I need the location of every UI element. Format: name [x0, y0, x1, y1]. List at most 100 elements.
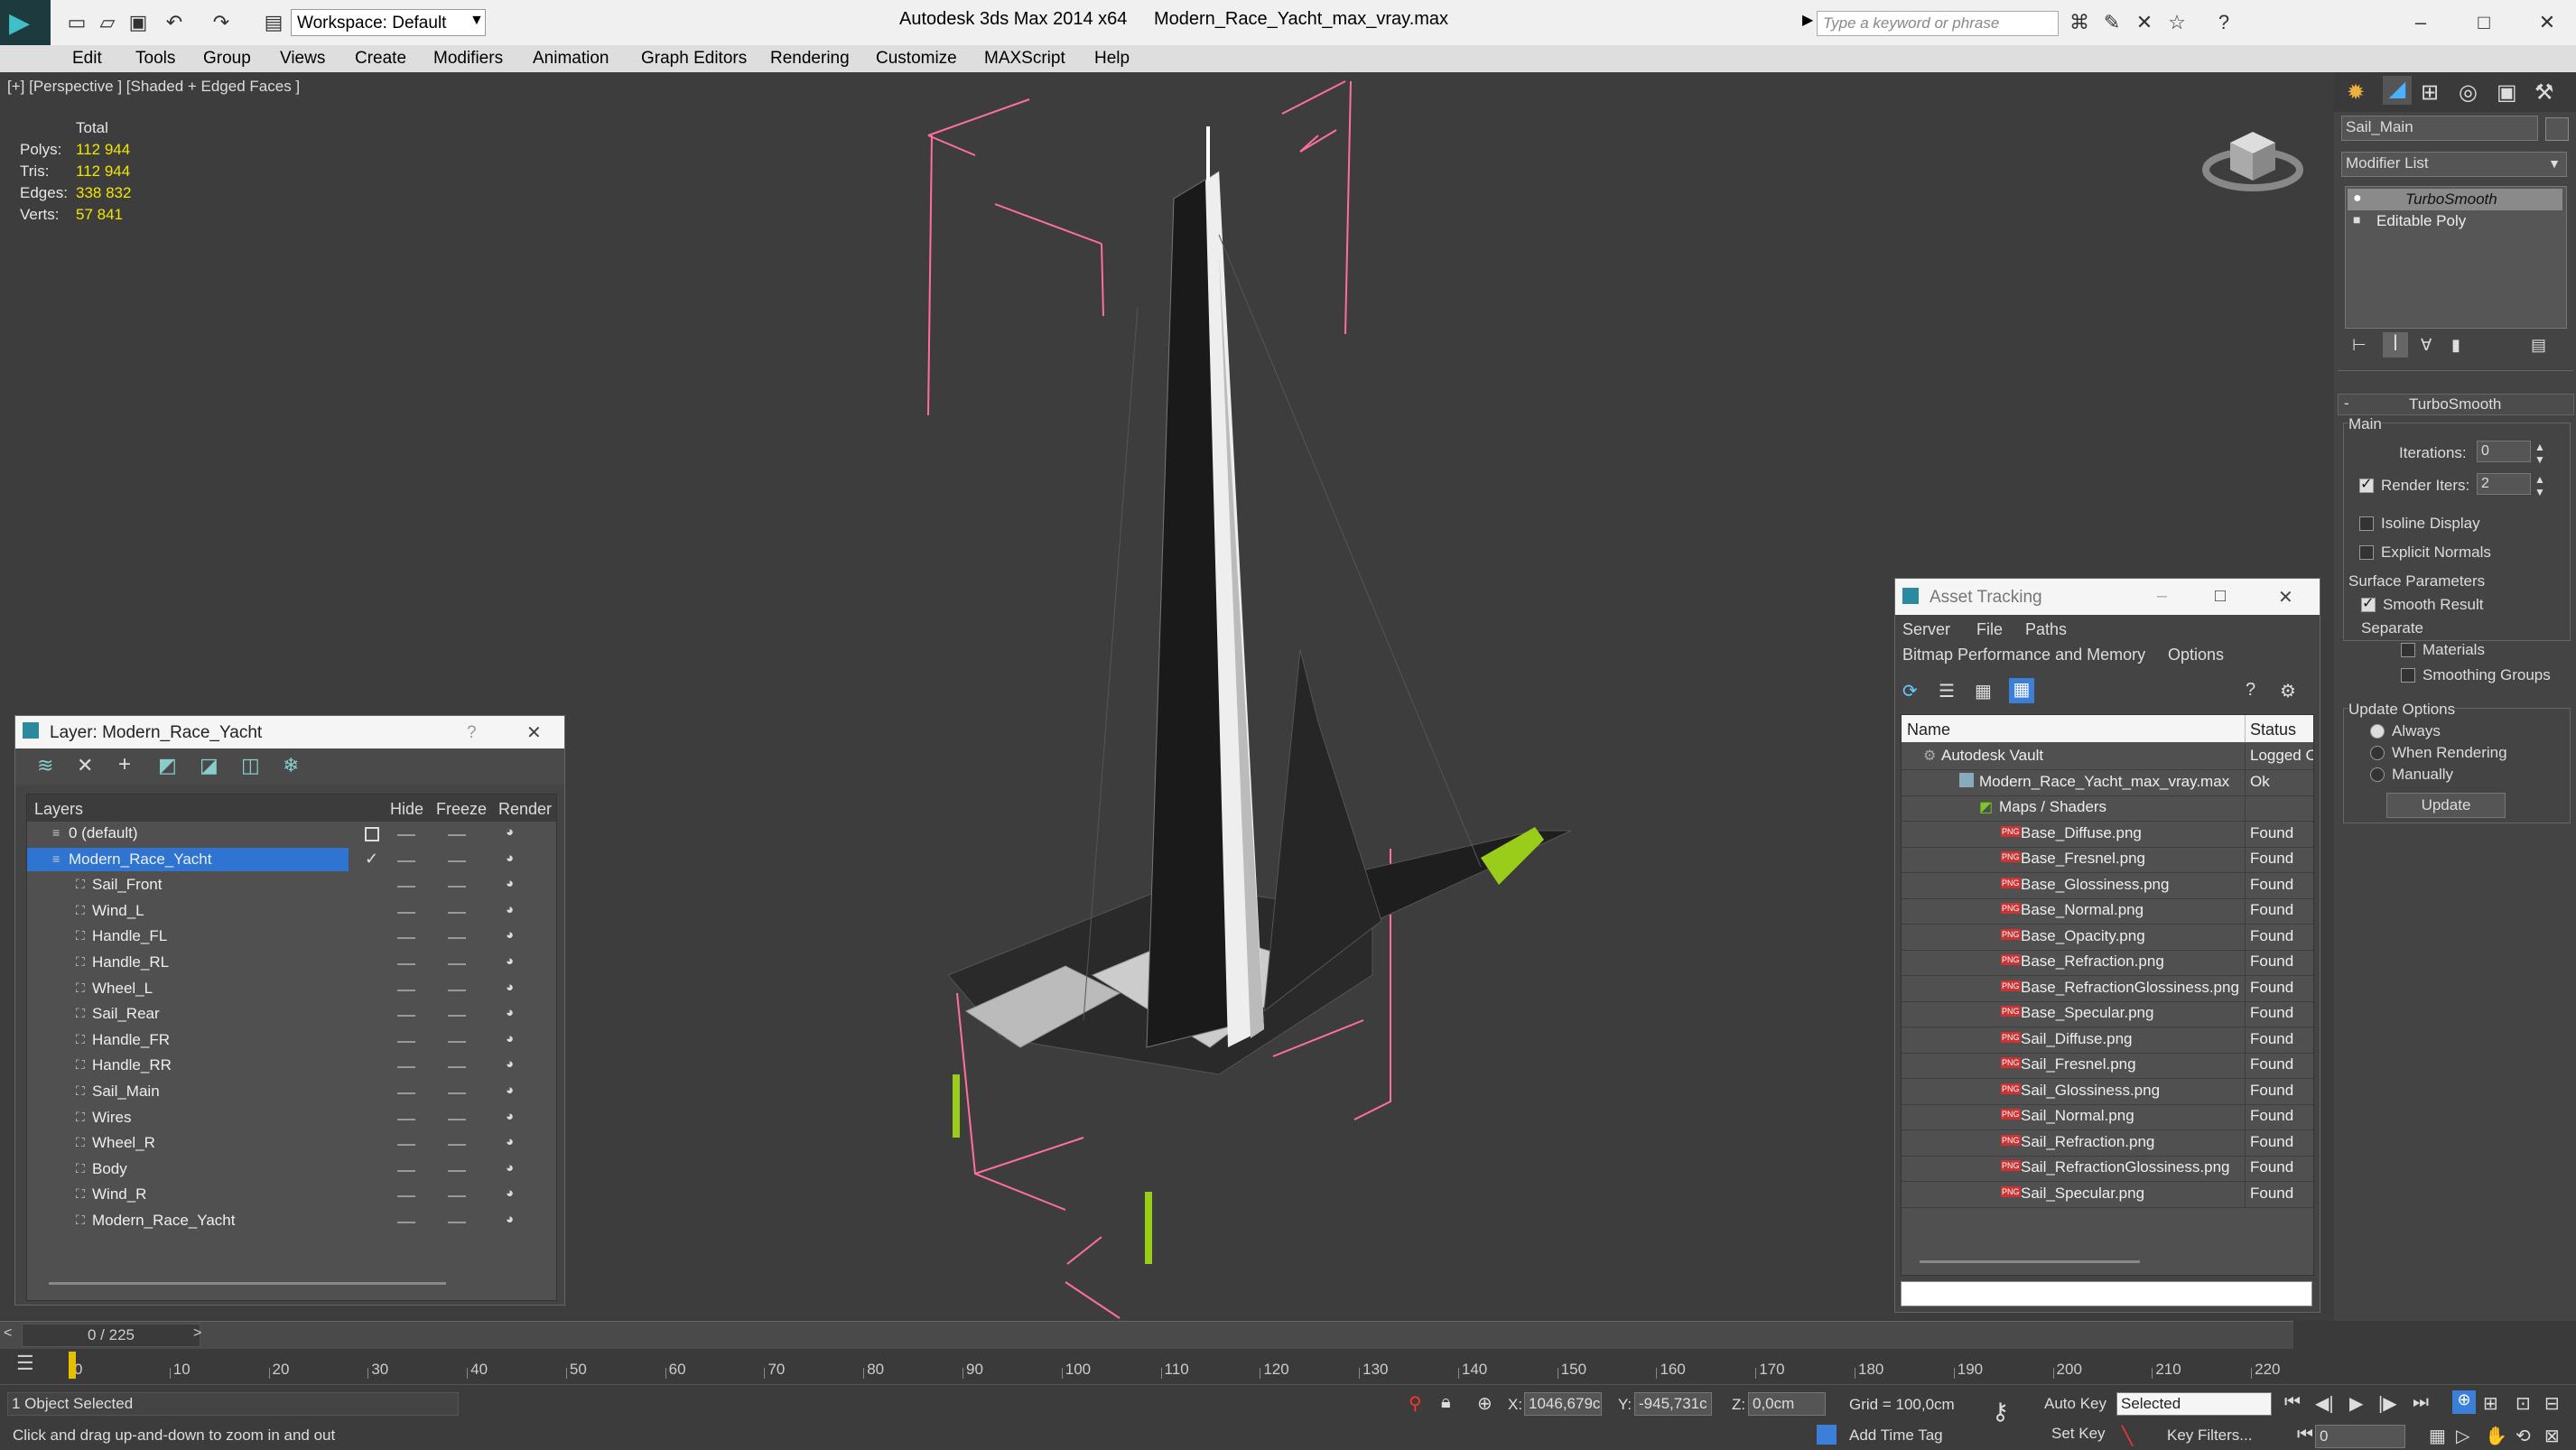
- asset-row[interactable]: PNG Sail_Normal.png Found: [1902, 1104, 2313, 1130]
- hide-toggle[interactable]: [397, 937, 415, 940]
- time-config-icon[interactable]: ▦: [2429, 1425, 2446, 1447]
- materials-checkbox[interactable]: [2401, 643, 2415, 657]
- object-row[interactable]: ⛶ Sail_Main ◕: [27, 1080, 556, 1105]
- render-teapot-icon[interactable]: ◕: [506, 1031, 514, 1046]
- object-row[interactable]: ⛶ Wires ◕: [27, 1106, 556, 1131]
- freeze-toggle[interactable]: [448, 1144, 466, 1147]
- render-teapot-icon[interactable]: ◕: [506, 1056, 514, 1072]
- asset-scrollbar[interactable]: [1920, 1260, 2140, 1263]
- render-teapot-icon[interactable]: ◕: [506, 850, 514, 866]
- object-row[interactable]: ⛶ Wind_R ◕: [27, 1183, 556, 1208]
- motion-tab-icon[interactable]: ◎: [2459, 79, 2478, 106]
- list-view-icon[interactable]: ☰: [1939, 680, 1955, 702]
- settings-icon[interactable]: ⚙: [2280, 680, 2296, 702]
- help-icon[interactable]: ?: [2246, 680, 2255, 701]
- zoom-icon[interactable]: ⊕: [2452, 1390, 2476, 1414]
- new-file-icon[interactable]: ▭: [65, 11, 88, 34]
- pan-icon[interactable]: ✋: [2485, 1425, 2507, 1447]
- object-row[interactable]: ⛶ Handle_RR ◕: [27, 1054, 556, 1079]
- asset-row[interactable]: PNG Base_RefractionGlossiness.png Found: [1902, 975, 2313, 1002]
- layers-icon[interactable]: ≋: [37, 754, 53, 777]
- hide-toggle[interactable]: [397, 989, 415, 991]
- freeze-all-icon[interactable]: ❄: [283, 754, 299, 777]
- key-mode-icon[interactable]: ⏮: [2297, 1425, 2313, 1445]
- freeze-toggle[interactable]: [448, 911, 466, 914]
- auto-key-button[interactable]: Auto Key: [2044, 1392, 2115, 1416]
- utilities-tab-icon[interactable]: ⚒: [2534, 79, 2554, 106]
- hide-toggle[interactable]: [397, 1092, 415, 1094]
- active-layer-check-icon[interactable]: ✓: [365, 850, 378, 869]
- maximize-icon[interactable]: □: [2215, 586, 2226, 607]
- always-radio[interactable]: [2370, 724, 2385, 739]
- turbosmooth-rollout-header[interactable]: - TurboSmooth: [2338, 394, 2574, 415]
- asset-row[interactable]: Modern_Race_Yacht_max_vray.max Ok: [1902, 769, 2313, 796]
- select-layer-icon[interactable]: ◩: [158, 754, 177, 777]
- show-end-result-icon[interactable]: |: [2383, 332, 2408, 358]
- render-iters-spinner[interactable]: 2: [2477, 473, 2531, 495]
- lightbulb-icon[interactable]: ●: [2353, 191, 2362, 207]
- spinner-arrows-icon[interactable]: ▲ ▼: [2534, 473, 2545, 498]
- layer-row[interactable]: ≡ 0 (default) ◕: [27, 822, 556, 847]
- stack-item-editable-poly[interactable]: ■ Editable Poly: [2348, 210, 2562, 232]
- menu-group[interactable]: Group: [203, 49, 251, 69]
- menu-options[interactable]: Options: [2168, 646, 2224, 665]
- add-icon[interactable]: +: [118, 752, 131, 777]
- render-teapot-icon[interactable]: ◕: [506, 902, 514, 917]
- delete-icon[interactable]: ✕: [77, 754, 93, 777]
- hide-toggle[interactable]: [397, 1169, 415, 1172]
- render-teapot-icon[interactable]: ◕: [506, 927, 514, 943]
- asset-row[interactable]: ⚙ Autodesk Vault Logged C: [1902, 744, 2313, 770]
- zoom-extents-icon[interactable]: ⊡: [2516, 1392, 2531, 1415]
- col-render[interactable]: Render: [498, 800, 552, 819]
- col-layers[interactable]: Layers: [34, 800, 83, 819]
- object-row[interactable]: ⛶ Wind_L ◕: [27, 899, 556, 925]
- asset-row[interactable]: PNG Base_Fresnel.png Found: [1902, 847, 2313, 873]
- set-key-icon[interactable]: ╲: [2122, 1425, 2133, 1447]
- freeze-toggle[interactable]: [448, 1169, 466, 1172]
- display-tab-icon[interactable]: ▣: [2497, 79, 2517, 106]
- open-file-icon[interactable]: ▱: [96, 11, 119, 34]
- menu-tools[interactable]: Tools: [135, 49, 175, 69]
- menu-create[interactable]: Create: [355, 49, 406, 69]
- modifier-list-dropdown[interactable]: Modifier List ▼: [2341, 152, 2567, 177]
- layer-panel-titlebar[interactable]: Layer: Modern_Race_Yacht ? ✕: [15, 716, 564, 748]
- table-view-icon[interactable]: ▦: [2009, 678, 2034, 703]
- zoom-all-icon[interactable]: ⊞: [2483, 1392, 2498, 1415]
- go-to-start-icon[interactable]: ⏮: [2284, 1392, 2301, 1413]
- col-status[interactable]: Status: [2250, 720, 2296, 739]
- current-frame-field[interactable]: 0: [2315, 1425, 2405, 1448]
- absolute-mode-icon[interactable]: ⊕: [1477, 1392, 1493, 1415]
- remove-modifier-icon[interactable]: ▮: [2451, 336, 2460, 355]
- freeze-toggle[interactable]: [448, 1040, 466, 1043]
- current-layer-checkbox[interactable]: [365, 827, 379, 841]
- thumbnail-icon[interactable]: ▦: [1975, 680, 1992, 702]
- render-teapot-icon[interactable]: ◕: [506, 1134, 514, 1149]
- iterations-spinner[interactable]: 0: [2477, 441, 2531, 462]
- menu-file[interactable]: File: [1976, 620, 2003, 639]
- maximize-icon[interactable]: □: [2472, 11, 2496, 34]
- menu-edit[interactable]: Edit: [72, 49, 102, 69]
- undo-icon[interactable]: ↶: [163, 11, 186, 34]
- render-teapot-icon[interactable]: ◕: [506, 1083, 514, 1098]
- pin-stack-icon[interactable]: ⊢: [2352, 336, 2367, 355]
- asset-row[interactable]: PNG Base_Opacity.png Found: [1902, 924, 2313, 951]
- freeze-toggle[interactable]: [448, 963, 466, 965]
- mini-curve-editor-icon[interactable]: ☰: [16, 1352, 34, 1375]
- minimize-icon[interactable]: –: [2409, 11, 2432, 34]
- freeze-toggle[interactable]: [448, 937, 466, 940]
- render-teapot-icon[interactable]: ◕: [506, 953, 514, 969]
- object-row[interactable]: ⛶ Handle_FL ◕: [27, 925, 556, 950]
- render-teapot-icon[interactable]: ◕: [506, 980, 514, 995]
- asset-panel-titlebar[interactable]: Asset Tracking – □ ✕: [1895, 579, 2320, 615]
- object-name-field[interactable]: Sail_Main: [2341, 116, 2538, 141]
- current-frame-marker[interactable]: [69, 1352, 76, 1379]
- highlight-icon[interactable]: ◪: [200, 754, 219, 777]
- exchange-icon[interactable]: ✕: [2133, 11, 2156, 34]
- close-icon[interactable]: ✕: [2278, 586, 2293, 609]
- freeze-toggle[interactable]: [448, 1015, 466, 1018]
- col-freeze[interactable]: Freeze: [436, 800, 487, 819]
- time-tag-icon[interactable]: [1817, 1425, 1837, 1445]
- communication-icon[interactable]: ✎: [2100, 11, 2124, 34]
- hide-all-icon[interactable]: ◫: [241, 754, 260, 777]
- layer-row[interactable]: ≡ Modern_Race_Yacht ✓ ◕: [27, 847, 556, 873]
